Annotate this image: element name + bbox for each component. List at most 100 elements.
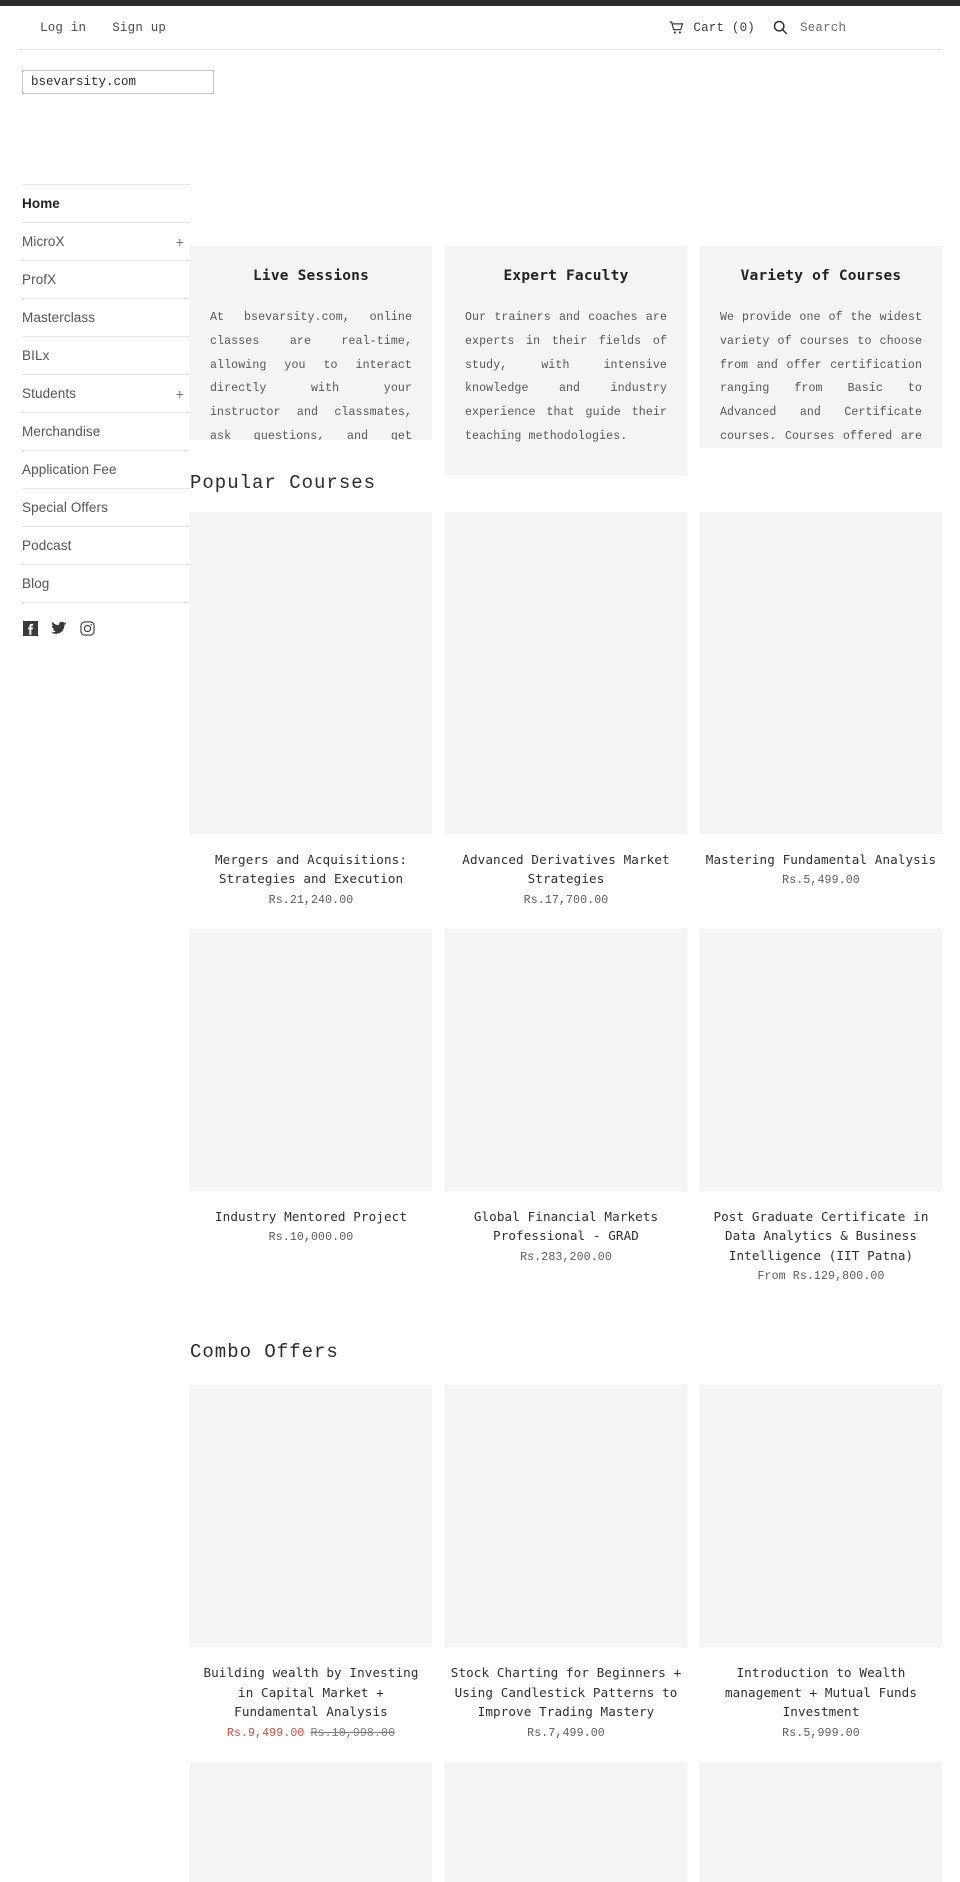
combo-offers-grid-row-1: Building wealth by Investing in Capital … xyxy=(190,1385,942,1740)
product-price: From Rs.129,800.00 xyxy=(757,1270,885,1284)
product-price-row: Rs.5,999.00 xyxy=(704,1727,938,1740)
popular-courses-heading: Popular Courses xyxy=(190,471,387,494)
product-card[interactable]: Mastering Fundamental Analysis Rs.5,499.0… xyxy=(700,511,942,907)
product-card[interactable]: Stock Charting for Beginners + Using Can… xyxy=(445,1385,687,1740)
product-price: Rs.10,000.00 xyxy=(268,1231,354,1245)
product-info: Post Graduate Certificate in Data Analyt… xyxy=(700,1191,942,1284)
product-thumbnail xyxy=(700,511,942,834)
sidebar-item-blog[interactable]: Blog xyxy=(22,564,190,603)
sidebar-item-link[interactable]: Home xyxy=(22,185,190,222)
signup-link[interactable]: Sign up xyxy=(112,21,166,35)
product-price: Rs.283,200.00 xyxy=(520,1250,612,1264)
sidebar-item-label: Home xyxy=(22,196,60,211)
product-card[interactable]: Advanced Derivatives Market Strategies Rs… xyxy=(445,511,687,907)
product-info: Introduction to Wealth management + Mutu… xyxy=(700,1647,942,1740)
product-original-price: Rs.10,998.00 xyxy=(310,1726,396,1740)
sidebar-item-home[interactable]: Home xyxy=(22,184,190,222)
feature-box-expert-faculty: Expert Faculty Our trainers and coaches … xyxy=(445,246,687,475)
product-price: Rs.5,999.00 xyxy=(782,1726,860,1740)
search-icon[interactable] xyxy=(773,20,788,35)
sidebar-item-profx[interactable]: ProfX xyxy=(22,260,190,298)
sidebar-item-label: MicroX xyxy=(22,234,65,249)
product-card[interactable]: Mergers and Acquisitions: Strategies and… xyxy=(190,511,432,907)
sidebar-item-link[interactable]: Podcast xyxy=(22,527,190,564)
product-card[interactable]: Global Financial Markets Professional - … xyxy=(445,928,687,1284)
product-card[interactable]: Post Graduate Certificate in Data Analyt… xyxy=(700,928,942,1284)
product-card[interactable]: Introduction to Wealth management + Mutu… xyxy=(700,1385,942,1740)
product-info: Industry Mentored Project Rs.10,000.00 xyxy=(190,1191,432,1245)
sidebar-item-label: Podcast xyxy=(22,538,72,553)
expand-plus-icon[interactable]: + xyxy=(176,387,184,401)
sidebar-item-link[interactable]: Merchandise xyxy=(22,413,190,450)
product-title: Advanced Derivatives Market Strategies xyxy=(462,851,670,887)
sidebar-item-link[interactable]: Masterclass xyxy=(22,299,190,336)
header-utility: Cart (0) xyxy=(669,20,918,35)
sidebar-item-application-fee[interactable]: Application Fee xyxy=(22,450,190,488)
sidebar-item-masterclass[interactable]: Masterclass xyxy=(22,298,190,336)
product-card[interactable]: Industry Mentored Project Rs.10,000.00 xyxy=(190,928,432,1284)
product-price: Rs.5,499.00 xyxy=(782,874,860,888)
instagram-icon[interactable] xyxy=(80,621,95,636)
sidebar-item-label: Blog xyxy=(22,576,50,591)
sidebar-item-link[interactable]: Application Fee xyxy=(22,451,190,488)
sidebar-item-label: Application Fee xyxy=(22,462,117,477)
sidebar-navigation: Home MicroX + ProfX Masterclass BILx Students +… xyxy=(0,94,190,636)
product-thumbnail[interactable] xyxy=(445,1761,687,1882)
product-price-row: Rs.10,000.00 xyxy=(194,1231,428,1244)
product-price-row: Rs.9,499.00 Rs.10,998.00 xyxy=(194,1727,428,1740)
combo-offers-heading: Combo Offers xyxy=(190,1341,339,1364)
feature-box-live-sessions: Live Sessions At bsevarsity.com, online … xyxy=(190,246,432,440)
facebook-icon[interactable] xyxy=(23,621,38,636)
product-title: Introduction to Wealth management + Mutu… xyxy=(724,1665,918,1720)
sidebar-item-link[interactable]: Students + xyxy=(22,375,190,412)
feature-text: Our trainers and coaches are experts in … xyxy=(465,311,667,443)
sidebar-item-link[interactable]: ProfX xyxy=(22,261,190,298)
expand-plus-icon[interactable]: + xyxy=(176,235,184,249)
product-title: Global Financial Markets Professional - … xyxy=(473,1208,659,1244)
product-title: Building wealth by Investing in Capital … xyxy=(203,1665,419,1720)
sidebar-item-link[interactable]: BILx xyxy=(22,337,190,374)
sidebar-item-merchandise[interactable]: Merchandise xyxy=(22,412,190,450)
site-name-field[interactable] xyxy=(22,70,214,94)
cart-link[interactable]: Cart (0) xyxy=(669,21,755,35)
feature-box-variety-of-courses: Variety of Courses We provide one of the… xyxy=(700,246,942,448)
search-input[interactable] xyxy=(800,20,918,35)
sidebar-nav-list: Home MicroX + ProfX Masterclass BILx Students +… xyxy=(22,184,190,603)
sidebar-item-label: ProfX xyxy=(22,272,57,287)
product-info: Building wealth by Investing in Capital … xyxy=(190,1647,432,1740)
product-price-row: From Rs.129,800.00 xyxy=(704,1270,938,1283)
product-thumbnail xyxy=(445,928,687,1191)
product-thumbnail xyxy=(190,511,432,834)
product-thumbnail xyxy=(445,1385,687,1648)
feature-text: We provide one of the widest variety of … xyxy=(720,311,922,443)
popular-courses-grid-row-2: Industry Mentored Project Rs.10,000.00 Glo… xyxy=(190,928,942,1284)
product-title: Industry Mentored Project xyxy=(214,1208,408,1224)
product-info: Mastering Fundamental Analysis Rs.5,499.0… xyxy=(700,834,942,888)
search-area xyxy=(773,20,918,35)
product-info: Mergers and Acquisitions: Strategies and… xyxy=(190,834,432,907)
sidebar-item-link[interactable]: Special Offers xyxy=(22,489,190,526)
sidebar-item-special-offers[interactable]: Special Offers xyxy=(22,488,190,526)
sidebar-item-label: BILx xyxy=(22,348,50,363)
login-link[interactable]: Log in xyxy=(40,21,86,35)
sidebar-item-microx[interactable]: MicroX + xyxy=(22,222,190,260)
product-thumbnail[interactable] xyxy=(190,1761,432,1882)
site-header: Log in Sign up Cart (0) xyxy=(18,6,942,50)
product-thumbnail xyxy=(190,928,432,1191)
sidebar-item-link[interactable]: Blog xyxy=(22,565,190,602)
feature-title: Expert Faculty xyxy=(503,268,629,284)
product-price-row: Rs.283,200.00 xyxy=(449,1251,683,1264)
sidebar-item-podcast[interactable]: Podcast xyxy=(22,526,190,564)
product-price-row: Rs.7,499.00 xyxy=(449,1727,683,1740)
sidebar-item-link[interactable]: MicroX + xyxy=(22,223,190,260)
sidebar-item-bilx[interactable]: BILx xyxy=(22,336,190,374)
product-info: Global Financial Markets Professional - … xyxy=(445,1191,687,1264)
product-thumbnail[interactable] xyxy=(700,1761,942,1882)
twitter-icon[interactable] xyxy=(51,621,67,636)
product-card[interactable]: Building wealth by Investing in Capital … xyxy=(190,1385,432,1740)
sidebar-item-students[interactable]: Students + xyxy=(22,374,190,412)
product-price-row: Rs.5,499.00 xyxy=(704,874,938,887)
page-body: Home MicroX + ProfX Masterclass BILx Students +… xyxy=(0,94,960,1882)
sidebar-item-label: Students xyxy=(22,386,77,401)
shopping-cart-icon xyxy=(669,20,684,35)
